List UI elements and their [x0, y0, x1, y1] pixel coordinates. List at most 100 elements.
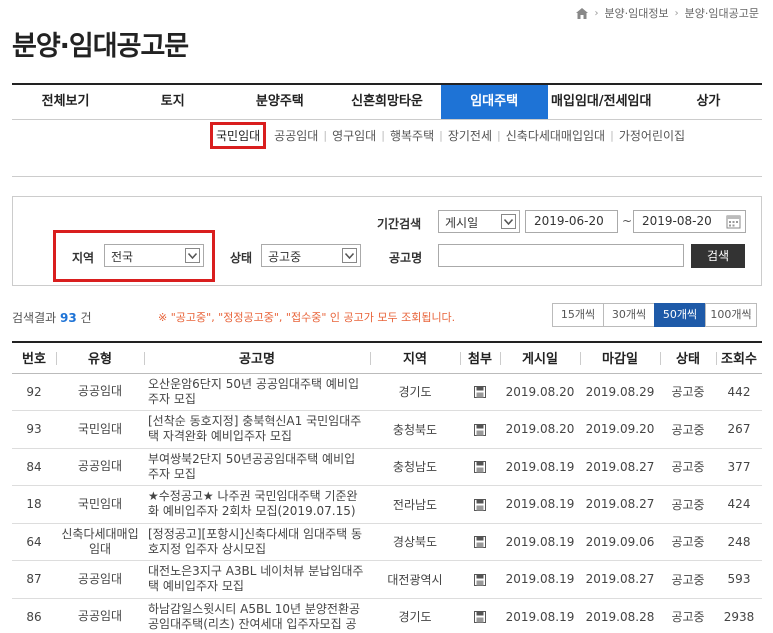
table-row[interactable]: 87 공공임대 대전노은3지구 A3BL 네이처뷰 분납임대주택 예비입주자 모… — [12, 560, 762, 599]
cell-no: 64 — [12, 523, 56, 561]
period-type-value: 게시일 — [445, 216, 479, 230]
table-row[interactable]: 93 국민임대 [선착순 동호지정] 충북혁신A1 국민임대주택 자격완화 예비… — [12, 410, 762, 449]
notice-title-link[interactable]: [선착순 동호지정] 충북혁신A1 국민임대주택 자격완화 예비입주자 모집 — [144, 410, 370, 449]
column-header: 공고명 — [144, 341, 370, 374]
table-row[interactable]: 86 공공임대 하남감일스윗시티 A5BL 10년 분양전환공공임대주택(리츠)… — [12, 598, 762, 633]
page-size-30-button[interactable]: 30개씩 — [603, 303, 655, 327]
cell-posted: 2019.08.20 — [500, 410, 580, 449]
cell-no: 92 — [12, 373, 56, 411]
cell-status: 공고중 — [660, 410, 716, 449]
cell-attachment[interactable] — [460, 373, 500, 411]
cell-type: 국민임대 — [56, 410, 144, 449]
subtab-long-term-jeonse[interactable]: 장기전세 — [443, 123, 497, 148]
notice-title-link[interactable]: [정정공고][포항시]신축다세대 임대주택 동호지정 입주자 상시모집 — [144, 523, 370, 561]
cell-posted: 2019.08.20 — [500, 373, 580, 411]
date-from-field[interactable]: 2019-06-20 — [525, 210, 618, 233]
page-size-15-button[interactable]: 15개씩 — [552, 303, 604, 327]
notice-name-label: 공고명 — [389, 251, 423, 265]
result-suffix: 건 — [80, 311, 92, 325]
result-prefix: 검색결과 — [12, 311, 57, 325]
file-icon[interactable] — [474, 498, 486, 511]
subtab-public-rental[interactable]: 공공임대 — [269, 123, 323, 148]
page-size-100-button[interactable]: 100개씩 — [705, 303, 757, 327]
cell-status: 공고중 — [660, 523, 716, 561]
page-size-selector: 15개씩 30개씩 50개씩 100개씩 — [552, 303, 757, 327]
cell-type: 신축다세대매입임대 — [56, 523, 144, 561]
cell-attachment[interactable] — [460, 560, 500, 599]
cell-region: 충청남도 — [370, 448, 460, 486]
cell-views: 424 — [716, 485, 762, 524]
period-type-select[interactable]: 게시일 — [438, 210, 520, 233]
file-icon[interactable] — [474, 611, 486, 624]
tab-rental-housing[interactable]: 임대주택 — [440, 85, 548, 119]
result-number: 93 — [60, 311, 77, 325]
notice-title-link[interactable]: ★수정공고★ 나주권 국민임대주택 기준완화 예비입주자 2회차 모집(2019… — [144, 485, 370, 524]
chevron-right-icon: › — [674, 7, 679, 19]
cell-attachment[interactable] — [460, 485, 500, 524]
cell-attachment[interactable] — [460, 448, 500, 486]
chevron-right-icon: › — [594, 7, 599, 19]
file-icon[interactable] — [474, 423, 486, 436]
cell-type: 공공임대 — [56, 560, 144, 599]
notice-title-link[interactable]: 오산운암6단지 50년 공공임대주택 예비입주자 모집 — [144, 373, 370, 411]
tab-purchase-rental[interactable]: 매입임대/전세임대 — [548, 85, 655, 119]
cell-region: 경기도 — [370, 598, 460, 633]
notice-name-input[interactable] — [438, 244, 684, 267]
page-title: 분양·임대공고문 — [12, 31, 189, 62]
table-row[interactable]: 18 국민임대 ★수정공고★ 나주권 국민임대주택 기준완화 예비입주자 2회차… — [12, 485, 762, 524]
cell-attachment[interactable] — [460, 598, 500, 633]
notice-title-link[interactable]: 하남감일스윗시티 A5BL 10년 분양전환공공임대주택(리츠) 잔여세대 입주… — [144, 598, 370, 633]
cell-no: 86 — [12, 598, 56, 633]
period-label: 기간검색 — [377, 217, 422, 231]
breadcrumb-item[interactable]: 분양·임대공고문 — [685, 5, 759, 21]
cell-posted: 2019.08.19 — [500, 485, 580, 524]
subtab-permanent-rental[interactable]: 영구임대 — [327, 123, 381, 148]
calendar-icon[interactable] — [726, 214, 741, 229]
cell-attachment[interactable] — [460, 523, 500, 561]
tab-all[interactable]: 전체보기 — [12, 85, 119, 119]
table-row[interactable]: 92 공공임대 오산운암6단지 50년 공공임대주택 예비입주자 모집 경기도 … — [12, 373, 762, 411]
cell-region: 전라남도 — [370, 485, 460, 524]
table-header: 번호 유형 공고명 지역 첨부 게시일 마감일 상태 조회수 — [12, 341, 762, 374]
subtab-new-multiplex[interactable]: 신축다세대매입임대 — [501, 123, 610, 148]
page-size-50-button[interactable]: 50개씩 — [654, 303, 706, 327]
cell-no: 18 — [12, 485, 56, 524]
date-to-field[interactable]: 2019-08-20 — [633, 210, 746, 233]
breadcrumb-item[interactable]: 분양·임대정보 — [604, 5, 668, 21]
cell-posted: 2019.08.19 — [500, 448, 580, 486]
notice-title-link[interactable]: 부여쌍북2단지 50년공공임대주택 예비입주자 모집 — [144, 448, 370, 486]
table-row[interactable]: 84 공공임대 부여쌍북2단지 50년공공임대주택 예비입주자 모집 충청남도 … — [12, 448, 762, 486]
chevron-down-icon — [342, 248, 357, 263]
tab-commercial[interactable]: 상가 — [655, 85, 762, 119]
status-select[interactable]: 공고중 — [261, 244, 361, 267]
column-header: 번호 — [12, 341, 56, 374]
file-icon[interactable] — [474, 461, 486, 474]
table-row[interactable]: 64 신축다세대매입임대 [정정공고][포항시]신축다세대 임대주택 동호지정 … — [12, 523, 762, 561]
cell-deadline: 2019.09.06 — [580, 523, 660, 561]
search-panel: 기간검색 게시일 2019-06-20 ~ 2019-08-20 지역 전국 상… — [12, 196, 762, 286]
file-icon[interactable] — [474, 386, 486, 399]
subtab-national-rental[interactable]: 국민임대 — [210, 122, 267, 149]
column-header: 첨부 — [460, 341, 500, 374]
cell-status: 공고중 — [660, 485, 716, 524]
date-to-value: 2019-08-20 — [642, 214, 712, 228]
notice-title-link[interactable]: 대전노은3지구 A3BL 네이처뷰 분납임대주택 예비입주자 모집 — [144, 560, 370, 599]
cell-region: 경기도 — [370, 373, 460, 411]
cell-attachment[interactable] — [460, 410, 500, 449]
tab-newlywed-town[interactable]: 신혼희망타운 — [333, 85, 440, 119]
file-icon[interactable] — [474, 536, 486, 549]
file-icon[interactable] — [474, 573, 486, 586]
subtab-happy-housing[interactable]: 행복주택 — [385, 123, 439, 148]
search-button[interactable]: 검색 — [691, 244, 745, 268]
region-highlight — [53, 230, 215, 282]
tab-land[interactable]: 토지 — [119, 85, 226, 119]
date-range-tilde: ~ — [622, 214, 633, 228]
cell-deadline: 2019.08.27 — [580, 448, 660, 486]
cell-posted: 2019.08.19 — [500, 598, 580, 633]
cell-views: 442 — [716, 373, 762, 411]
cell-region: 경상북도 — [370, 523, 460, 561]
cell-status: 공고중 — [660, 448, 716, 486]
subtab-daycare[interactable]: 가정어린이집 — [614, 123, 690, 148]
tab-sale-housing[interactable]: 분양주택 — [226, 85, 333, 119]
home-icon[interactable] — [576, 7, 589, 19]
